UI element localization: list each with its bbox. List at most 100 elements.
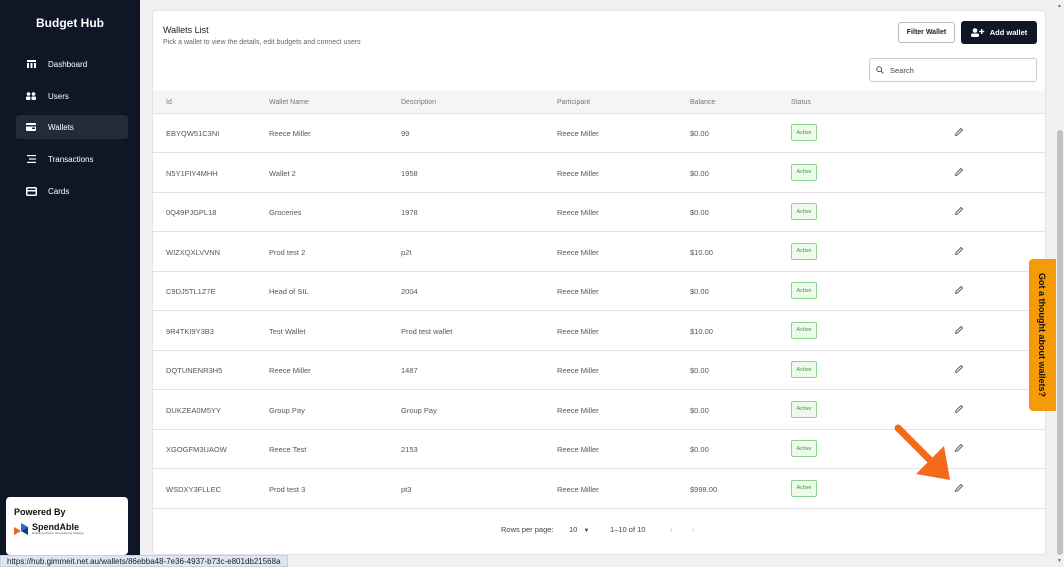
sidebar-item-label: Dashboard bbox=[48, 59, 88, 69]
sidebar-item-label: Cards bbox=[48, 186, 70, 196]
cell-participant: Reece Miller bbox=[557, 247, 599, 257]
scroll-up-icon[interactable]: ▲ bbox=[1057, 3, 1062, 9]
cell-participant: Reece Miller bbox=[557, 405, 599, 415]
cell-balance: $0.00 bbox=[690, 445, 709, 454]
add-user-icon bbox=[970, 28, 984, 37]
cell-wallet-name: Test Wallet bbox=[269, 326, 306, 336]
page-subtitle: Pick a wallet to view the details, edit … bbox=[163, 39, 361, 46]
brand-title: Budget Hub bbox=[36, 16, 104, 30]
edit-icon[interactable] bbox=[954, 364, 964, 374]
next-page-icon[interactable]: › bbox=[692, 525, 695, 534]
cell-balance: $998.00 bbox=[690, 484, 718, 494]
cell-wallet-name: Head of SIL bbox=[269, 287, 309, 296]
status-badge: Active bbox=[791, 479, 817, 497]
cell-wallet-name: Group Pay bbox=[269, 405, 305, 415]
spendable-logo-icon bbox=[14, 523, 28, 535]
dashboard-icon bbox=[24, 59, 38, 69]
status-badge: Active bbox=[791, 203, 817, 220]
cell-participant: Reece Miller bbox=[557, 287, 599, 296]
cell-balance: $0.00 bbox=[690, 208, 709, 217]
sidebar: Budget Hub Dashboard Users Wallets Trans… bbox=[0, 0, 140, 567]
table-row[interactable]: C9DJ5TL1Z7E Head of SIL 2004 Reece Miller $0… bbox=[153, 272, 1045, 311]
column-header-balance[interactable]: Balance bbox=[690, 99, 715, 106]
cell-id: DUKZEA0M5YY bbox=[166, 405, 222, 415]
cell-description: p2t bbox=[401, 247, 412, 257]
cell-participant: Reece Miller bbox=[557, 168, 599, 178]
sidebar-item-transactions[interactable]: Transactions bbox=[16, 147, 128, 171]
add-wallet-label: Add wallet bbox=[989, 28, 1028, 37]
search-input[interactable]: Search bbox=[869, 58, 1037, 82]
edit-icon[interactable] bbox=[954, 206, 964, 216]
cell-description: Prod test wallet bbox=[401, 326, 453, 336]
cell-id: WSDXY3FLLEC bbox=[166, 484, 222, 494]
status-badge: Active bbox=[791, 242, 817, 260]
cell-id: WIZXQXLVVNN bbox=[166, 247, 221, 257]
edit-icon[interactable] bbox=[954, 127, 964, 137]
page-title: Wallets List bbox=[163, 25, 209, 35]
cell-balance: $0.00 bbox=[690, 129, 709, 138]
card-icon bbox=[24, 186, 38, 196]
column-header-wallet-name[interactable]: Wallet Name bbox=[269, 99, 309, 106]
cell-wallet-name: Prod test 2 bbox=[269, 247, 306, 257]
sidebar-item-users[interactable]: Users bbox=[16, 84, 128, 108]
pagination-range: 1–10 of 10 bbox=[610, 525, 646, 534]
column-header-id[interactable]: Id bbox=[166, 99, 172, 106]
powered-by-panel: Powered By SpendAble Enabling Choice, Em… bbox=[6, 497, 128, 555]
cell-description: 1978 bbox=[401, 208, 418, 217]
edit-icon[interactable] bbox=[954, 167, 964, 177]
column-header-description[interactable]: Description bbox=[401, 99, 436, 106]
status-badge: Active bbox=[791, 321, 817, 339]
cell-participant: Reece Miller bbox=[557, 445, 599, 454]
cell-id: 0Q49PJGPL18 bbox=[166, 208, 217, 217]
cell-description: 99 bbox=[401, 129, 410, 138]
table-row[interactable]: DQTUNENR3H5 Reece Miller 1487 Reece Miller $… bbox=[153, 351, 1045, 390]
cell-description: 1958 bbox=[401, 168, 418, 178]
cell-balance: $0.00 bbox=[690, 168, 709, 178]
logo-tagline: Enabling Choice, Empowering Change bbox=[32, 531, 84, 535]
cell-participant: Reece Miller bbox=[557, 326, 599, 336]
spendable-logo: SpendAble Enabling Choice, Empowering Ch… bbox=[14, 523, 128, 535]
status-badge: Active bbox=[791, 361, 817, 378]
table-row[interactable]: 9R4TKI9Y3B3 Test Wallet Prod test wallet Re… bbox=[153, 312, 1045, 351]
table-header: Id Wallet Name Description Participant B… bbox=[153, 91, 1045, 114]
previous-page-icon[interactable]: ‹ bbox=[670, 525, 673, 534]
add-wallet-button[interactable]: Add wallet bbox=[961, 21, 1037, 44]
scrollbar-thumb[interactable] bbox=[1057, 130, 1063, 555]
sidebar-item-wallets[interactable]: Wallets bbox=[16, 115, 128, 139]
cell-wallet-name: Groceries bbox=[269, 208, 302, 217]
status-badge: Active bbox=[791, 282, 817, 299]
rows-per-page-select[interactable]: 10 ▼ bbox=[569, 525, 589, 534]
filter-wallet-button[interactable]: Filter Wallet bbox=[898, 22, 955, 43]
sidebar-item-dashboard[interactable]: Dashboard bbox=[16, 52, 128, 76]
cell-id: DQTUNENR3H5 bbox=[166, 366, 223, 375]
table-row[interactable]: 0Q49PJGPL18 Groceries 1978 Reece Miller $0.0… bbox=[153, 193, 1045, 232]
cell-wallet-name: Reece Miller bbox=[269, 366, 311, 375]
cell-id: XGOGFM3UAOW bbox=[166, 445, 227, 454]
table-row[interactable]: EBYQW51C3NI Reece Miller 99 Reece Miller $0.… bbox=[153, 114, 1045, 153]
cell-description: pt3 bbox=[401, 484, 412, 494]
cell-id: C9DJ5TL1Z7E bbox=[166, 287, 216, 296]
arrow-annotation-icon bbox=[894, 424, 950, 480]
edit-icon[interactable] bbox=[954, 246, 964, 256]
cell-description: 2004 bbox=[401, 287, 418, 296]
cell-balance: $0.00 bbox=[690, 405, 709, 415]
edit-icon[interactable] bbox=[954, 404, 964, 414]
users-icon bbox=[24, 91, 38, 101]
cell-balance: $10.00 bbox=[690, 247, 713, 257]
rows-per-page-value: 10 bbox=[569, 525, 578, 534]
column-header-status[interactable]: Status bbox=[791, 99, 811, 106]
cell-balance: $0.00 bbox=[690, 366, 709, 375]
column-header-participant[interactable]: Participant bbox=[557, 99, 590, 106]
powered-by-label: Powered By bbox=[14, 507, 66, 517]
rows-per-page-label: Rows per page: bbox=[501, 525, 554, 534]
edit-icon[interactable] bbox=[954, 325, 964, 335]
table-row[interactable]: WIZXQXLVVNN Prod test 2 p2t Reece Miller $10… bbox=[153, 233, 1045, 272]
cell-wallet-name: Wallet 2 bbox=[269, 168, 296, 178]
sidebar-item-cards[interactable]: Cards bbox=[16, 179, 128, 203]
scroll-down-icon[interactable]: ▼ bbox=[1057, 558, 1062, 564]
cell-id: EBYQW51C3NI bbox=[166, 129, 220, 138]
edit-icon[interactable] bbox=[954, 285, 964, 295]
cell-balance: $10.00 bbox=[690, 326, 713, 336]
table-row[interactable]: N5Y1FIY4MHH Wallet 2 1958 Reece Miller $0.00… bbox=[153, 154, 1045, 193]
transactions-icon bbox=[24, 154, 38, 164]
